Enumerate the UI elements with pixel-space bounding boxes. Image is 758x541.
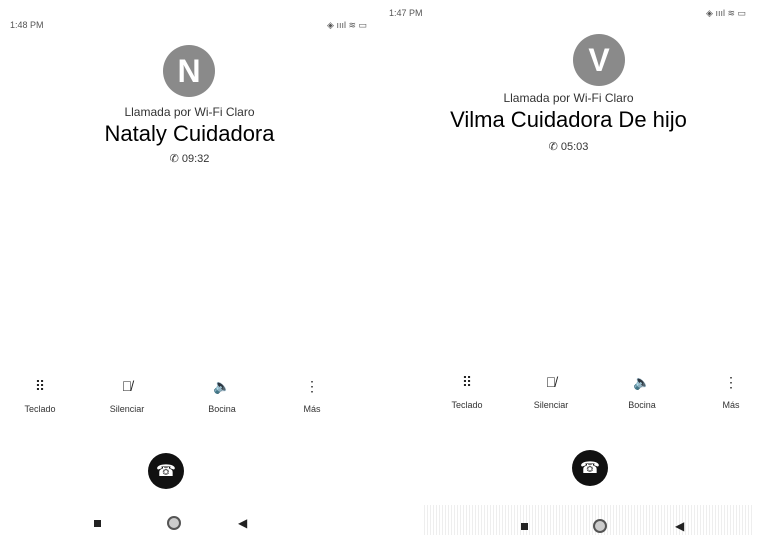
mute-button[interactable]: 🎙̸ Silenciar [511,370,591,410]
mic-off-icon: 🎙̸ [545,374,557,390]
call-screen-left: 1:48 PM ◈ ıııl ≋ ▭ N Llamada por Wi-Fi C… [0,0,379,541]
mic-off-icon: 🎙̸ [121,378,133,394]
speaker-icon: 🔈 [633,374,651,390]
avatar: V [573,34,625,86]
recents-nav-button[interactable] [94,520,101,527]
dialpad-icon: ⠿ [461,374,473,390]
call-icon: ✆ [169,153,182,165]
mute-label: Silenciar [109,404,145,414]
caller-name: Vilma Cuidadora De hijo [450,107,687,132]
speaker-button[interactable]: 🔈 Bocina [182,374,262,414]
call-icon: ✆ [548,141,561,153]
wifi-call-label: Llamada por Wi-Fi Claro [503,91,634,105]
status-bar: 1:47 PM ◈ ıııl ≋ ▭ [379,8,758,22]
caller-name: Nataly Cuidadora [104,121,275,146]
more-label: Más [722,400,740,410]
dialpad-button[interactable]: ⠿ Teclado [0,374,80,414]
status-icons: ◈ ıııl ≋ ▭ [327,20,367,30]
home-nav-button[interactable] [167,516,181,530]
more-button[interactable]: ⋮ Más [272,374,352,414]
back-nav-button[interactable]: ◀ [238,516,247,530]
wifi-call-label: Llamada por Wi-Fi Claro [124,105,255,119]
speaker-button[interactable]: 🔈 Bocina [602,370,682,410]
home-nav-button[interactable] [593,519,607,533]
call-duration: ✆ 09:32 [0,152,379,165]
more-button[interactable]: ⋮ Más [691,370,758,410]
dialpad-button[interactable]: ⠿ Teclado [427,370,507,410]
phone-hangup-icon: ☎ [580,460,600,477]
more-icon: ⋮ [724,374,738,390]
dialpad-icon: ⠿ [34,378,46,394]
phone-hangup-icon: ☎ [156,463,176,480]
speaker-label: Bocina [208,404,236,414]
call-controls: ⠿ Teclado 🎙̸ Silenciar 🔈 Bocina ⋮ Más [0,374,379,424]
avatar: N [163,45,215,97]
back-nav-button[interactable]: ◀ [675,519,684,533]
recents-nav-button[interactable] [521,523,528,530]
end-call-button[interactable]: ☎ [148,453,184,489]
status-bar: 1:48 PM ◈ ıııl ≋ ▭ [0,20,379,34]
status-icons: ◈ ıııl ≋ ▭ [706,8,746,18]
duration-value: 05:03 [560,141,589,153]
mute-label: Silenciar [533,400,569,410]
status-time: 1:47 PM [389,8,423,18]
duration-value: 09:32 [181,153,210,165]
more-icon: ⋮ [305,378,319,394]
mute-button[interactable]: 🎙̸ Silenciar [87,374,167,414]
speaker-icon: 🔈 [213,378,231,394]
nav-bar: ◀ [379,515,758,537]
speaker-label: Bocina [628,400,656,410]
call-duration: ✆ 05:03 [379,140,758,153]
status-time: 1:48 PM [10,20,44,30]
call-controls: ⠿ Teclado 🎙̸ Silenciar 🔈 Bocina ⋮ Más [379,370,758,420]
call-screen-right: 1:47 PM ◈ ıııl ≋ ▭ V Llamada por Wi-Fi C… [379,0,758,541]
dialpad-label: Teclado [24,404,56,414]
more-label: Más [303,404,321,414]
nav-bar: ◀ [0,512,379,534]
dialpad-label: Teclado [451,400,483,410]
end-call-button[interactable]: ☎ [572,450,608,486]
